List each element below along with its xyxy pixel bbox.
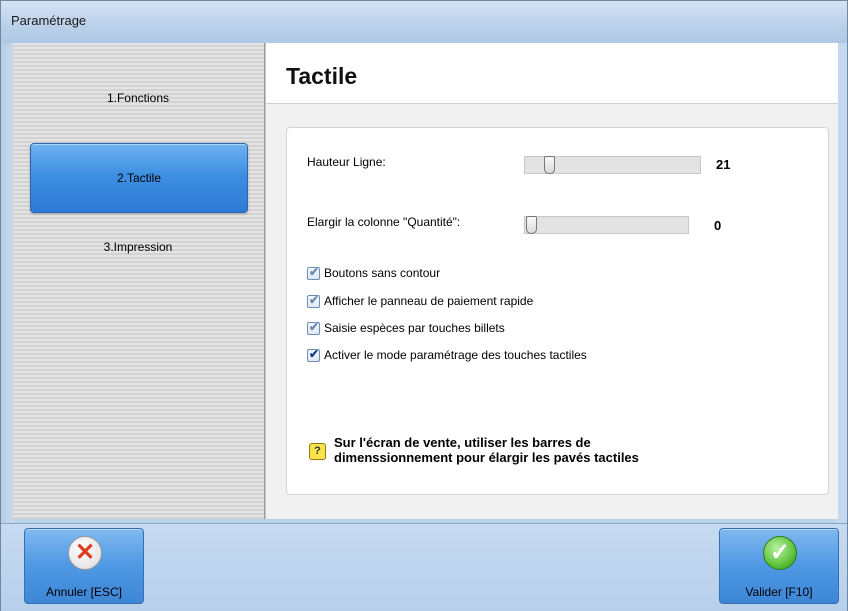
- cancel-button-label: Annuler [ESC]: [45, 585, 123, 599]
- checkbox-box[interactable]: ✔: [307, 347, 320, 362]
- sidebar-item-label: 1.Fonctions: [106, 91, 170, 105]
- checkbox-box[interactable]: ✔: [307, 265, 320, 280]
- check-icon: ✔: [309, 265, 320, 279]
- footer-bar: ✕ Annuler [ESC] ✓ Valider [F10]: [1, 523, 847, 611]
- slider-thumb[interactable]: [544, 156, 555, 174]
- help-note-line2: dimenssionnement pour élargir les pavés …: [334, 450, 639, 465]
- checkbox-label: Saisie espèces par touches billets: [324, 321, 505, 335]
- hauteur-ligne-label: Hauteur Ligne:: [307, 155, 386, 169]
- sidebar-item-tactile[interactable]: 2.Tactile: [30, 143, 248, 213]
- checkbox-label: Afficher le panneau de paiement rapide: [324, 294, 534, 308]
- sidebar-item-label: 2.Tactile: [116, 171, 162, 185]
- checkbox-label: Activer le mode paramétrage des touches …: [324, 348, 587, 362]
- elargir-colonne-value: 0: [714, 218, 722, 233]
- check-icon: ✔: [309, 293, 320, 307]
- sidebar: 1.Fonctions 2.Tactile 3.Impression: [13, 43, 265, 519]
- page-title: Tactile: [286, 63, 358, 89]
- settings-window: Paramétrage 1.Fonctions 2.Tactile 3.Impr…: [0, 0, 848, 611]
- slider-thumb[interactable]: [526, 216, 537, 234]
- right-frame: [837, 43, 847, 523]
- checkmark-icon: ✓: [763, 536, 797, 570]
- cancel-icon: ✕: [68, 536, 102, 570]
- sidebar-item-fonctions[interactable]: 1.Fonctions: [30, 64, 246, 132]
- checkbox-box[interactable]: ✔: [307, 320, 320, 335]
- title-bar[interactable]: Paramétrage: [1, 1, 847, 43]
- checkbox-box[interactable]: ✔: [307, 293, 320, 308]
- sidebar-item-impression[interactable]: 3.Impression: [30, 213, 246, 281]
- validate-button-label: Valider [F10]: [745, 585, 813, 599]
- elargir-colonne-slider[interactable]: [524, 216, 689, 234]
- left-frame: [1, 43, 13, 523]
- settings-panel: Hauteur Ligne: 21 Elargir la colonne "Qu…: [286, 127, 829, 495]
- window-title: Paramétrage: [11, 13, 87, 28]
- content-area: Tactile Hauteur Ligne: 21 Elargir la col…: [265, 43, 838, 519]
- hauteur-ligne-slider[interactable]: [524, 156, 701, 174]
- check-icon: ✔: [309, 347, 320, 361]
- hauteur-ligne-value: 21: [716, 157, 731, 172]
- help-note-line1: Sur l'écran de vente, utiliser les barre…: [334, 435, 591, 450]
- checkbox-label: Boutons sans contour: [324, 266, 441, 280]
- content-body: Hauteur Ligne: 21 Elargir la colonne "Qu…: [266, 104, 838, 519]
- elargir-colonne-label: Elargir la colonne "Quantité":: [307, 215, 461, 229]
- cancel-button[interactable]: ✕ Annuler [ESC]: [24, 528, 144, 604]
- check-icon: ✔: [309, 320, 320, 334]
- help-note-icon: ?: [309, 443, 326, 460]
- help-note: Sur l'écran de vente, utiliser les barre…: [334, 435, 804, 465]
- sidebar-item-label: 3.Impression: [103, 240, 173, 254]
- validate-button[interactable]: ✓ Valider [F10]: [719, 528, 839, 604]
- content-header: Tactile: [266, 43, 838, 104]
